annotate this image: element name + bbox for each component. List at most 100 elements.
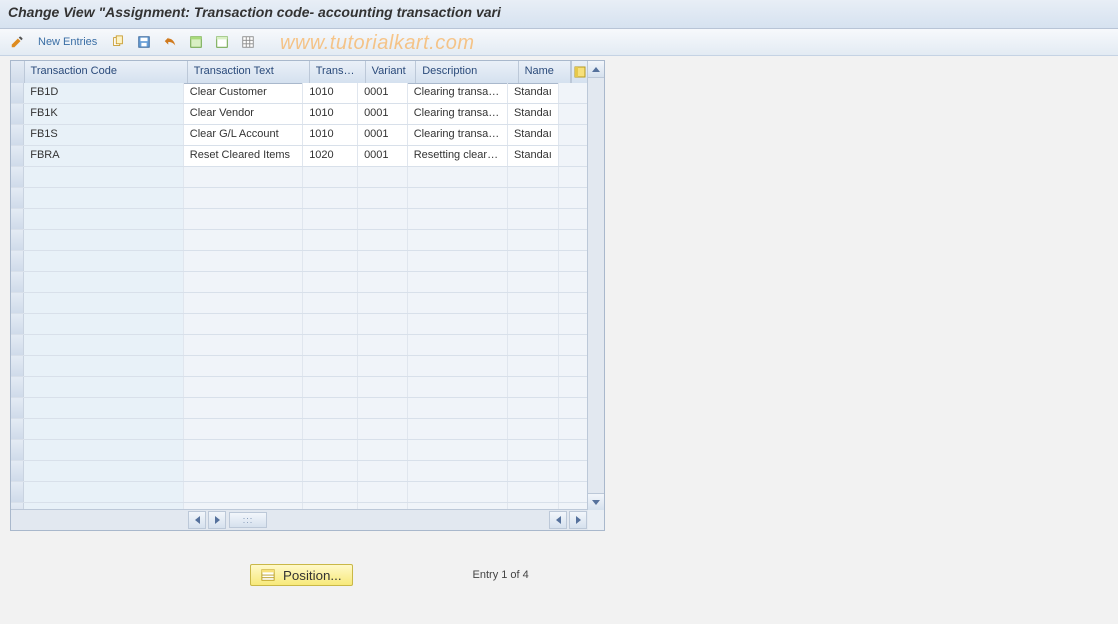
position-button[interactable]: Position... <box>250 564 353 586</box>
cell-filler <box>559 272 588 292</box>
table-row <box>11 419 588 440</box>
row-handle[interactable] <box>11 251 24 271</box>
cell-c2 <box>184 440 303 460</box>
cell-c3 <box>303 461 358 481</box>
new-entries-button[interactable]: New Entries <box>32 36 103 48</box>
position-icon <box>261 568 275 582</box>
hscroll-thumb[interactable]: ::: <box>229 512 267 528</box>
cell-c5 <box>408 293 508 313</box>
row-handle[interactable] <box>11 83 24 103</box>
col-header-transaction-text[interactable]: Transaction Text <box>188 61 310 83</box>
cell-c3[interactable]: 1010 <box>303 125 358 145</box>
cell-c4[interactable]: 0001 <box>358 146 408 166</box>
cell-c5: Resetting cleared i… <box>408 146 508 166</box>
undo-icon[interactable] <box>159 31 181 53</box>
scroll-left-end-icon[interactable] <box>549 511 567 529</box>
cell-c4 <box>358 314 408 334</box>
cell-filler <box>559 209 588 229</box>
row-handle[interactable] <box>11 188 24 208</box>
cell-c4[interactable]: 0001 <box>358 83 408 103</box>
cell-c2 <box>184 272 303 292</box>
row-handle[interactable] <box>11 230 24 250</box>
cell-c4 <box>358 377 408 397</box>
table-row: FB1KClear Vendor10100001Clearing transac… <box>11 104 588 125</box>
row-handle[interactable] <box>11 146 24 166</box>
row-handle[interactable] <box>11 356 24 376</box>
cell-c2 <box>184 314 303 334</box>
cell-c2 <box>184 293 303 313</box>
watermark-text: www.tutorialkart.com <box>280 32 475 55</box>
table-row <box>11 251 588 272</box>
cell-filler <box>559 146 588 166</box>
col-header-transaction[interactable]: Transac... <box>310 61 366 83</box>
cell-filler <box>559 188 588 208</box>
save-icon[interactable] <box>133 31 155 53</box>
row-handle[interactable] <box>11 398 24 418</box>
cell-c3 <box>303 335 358 355</box>
cell-c3[interactable]: 1020 <box>303 146 358 166</box>
row-handle[interactable] <box>11 209 24 229</box>
table-row: FB1SClear G/L Account10100001Clearing tr… <box>11 125 588 146</box>
grid-body: FB1DClear Customer10100001Clearing trans… <box>11 83 588 510</box>
configure-columns-icon[interactable] <box>571 61 588 83</box>
cell-c4 <box>358 272 408 292</box>
cell-c4 <box>358 461 408 481</box>
cell-c6 <box>508 230 559 250</box>
cell-filler <box>559 377 588 397</box>
row-handle[interactable] <box>11 314 24 334</box>
col-header-transaction-code[interactable]: Transaction Code <box>25 61 188 83</box>
row-handle[interactable] <box>11 419 24 439</box>
row-handle[interactable] <box>11 335 24 355</box>
cell-c2: Clear Vendor <box>184 104 303 124</box>
cell-c1 <box>24 398 184 418</box>
cell-filler <box>559 251 588 271</box>
row-handle[interactable] <box>11 125 24 145</box>
table-row <box>11 314 588 335</box>
cell-filler <box>559 293 588 313</box>
row-handle[interactable] <box>11 293 24 313</box>
row-handle[interactable] <box>11 440 24 460</box>
vertical-scrollbar[interactable] <box>587 61 604 510</box>
scroll-down-icon[interactable] <box>588 493 604 510</box>
cell-filler <box>559 314 588 334</box>
scroll-left-icon[interactable] <box>188 511 206 529</box>
col-header-description[interactable]: Description <box>416 61 518 83</box>
col-header-name[interactable]: Name <box>519 61 571 83</box>
cell-c4[interactable]: 0001 <box>358 104 408 124</box>
table-row <box>11 293 588 314</box>
table-settings-icon[interactable] <box>237 31 259 53</box>
copy-icon[interactable] <box>107 31 129 53</box>
cell-c5 <box>408 482 508 502</box>
scroll-right-icon[interactable] <box>208 511 226 529</box>
cell-c2 <box>184 188 303 208</box>
table-row <box>11 398 588 419</box>
cell-c3 <box>303 398 358 418</box>
horizontal-scrollbar[interactable]: ::: <box>11 509 588 530</box>
cell-c4 <box>358 230 408 250</box>
scroll-right-end-icon[interactable] <box>569 511 587 529</box>
row-handle[interactable] <box>11 104 24 124</box>
row-handle[interactable] <box>11 482 24 502</box>
cell-c1 <box>24 272 184 292</box>
cell-c1 <box>24 314 184 334</box>
cell-c3[interactable]: 1010 <box>303 83 358 103</box>
cell-filler <box>559 482 588 502</box>
cell-c1 <box>24 461 184 481</box>
deselect-all-icon[interactable] <box>211 31 233 53</box>
select-all-icon[interactable] <box>185 31 207 53</box>
cell-c6 <box>508 167 559 187</box>
edit-icon[interactable] <box>6 31 28 53</box>
cell-c4 <box>358 419 408 439</box>
cell-c6 <box>508 293 559 313</box>
row-handle[interactable] <box>11 461 24 481</box>
row-handle[interactable] <box>11 377 24 397</box>
cell-c3 <box>303 377 358 397</box>
cell-c3[interactable]: 1010 <box>303 104 358 124</box>
scroll-up-icon[interactable] <box>588 61 604 78</box>
row-handle[interactable] <box>11 167 24 187</box>
row-handle[interactable] <box>11 272 24 292</box>
cell-c4[interactable]: 0001 <box>358 125 408 145</box>
col-header-variant[interactable]: Variant <box>366 61 417 83</box>
cell-c5 <box>408 251 508 271</box>
select-all-handle[interactable] <box>11 61 25 83</box>
